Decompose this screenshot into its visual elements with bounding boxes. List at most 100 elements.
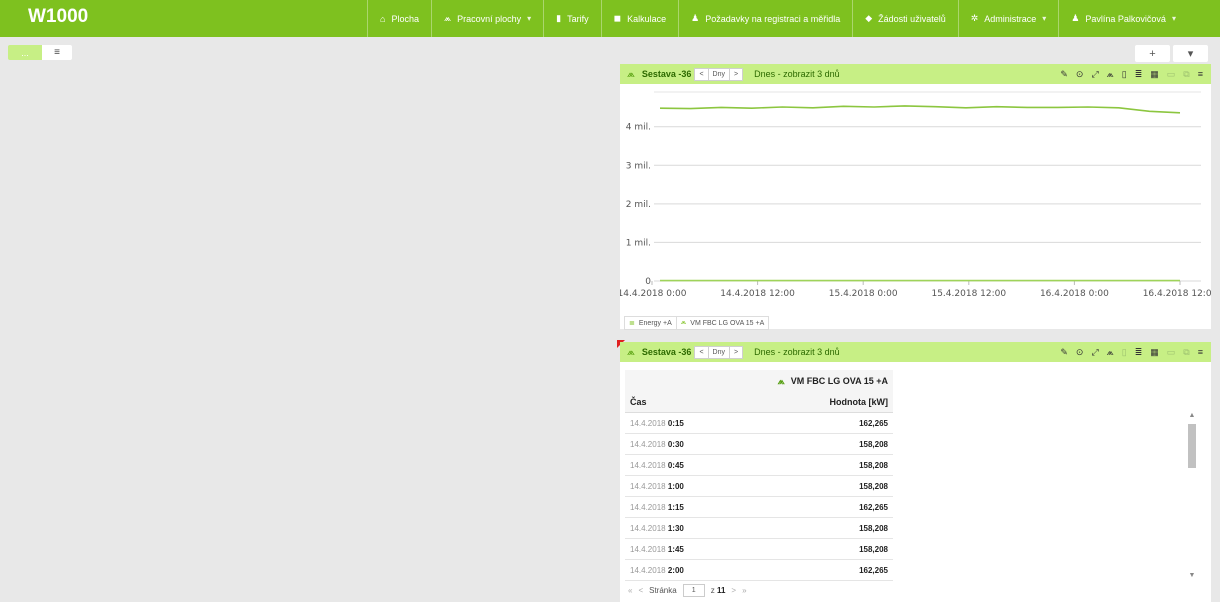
cell-value: 158,208 (859, 544, 888, 554)
cell-time: 14.4.2018 1:30 (630, 523, 684, 533)
table-row[interactable]: 14.4.2018 1:45 158,208 (625, 539, 893, 560)
nav-item-label: Požadavky na registraci a měřidla (705, 13, 841, 24)
nav-item-label: Tarify (567, 13, 589, 24)
dashboard-right-toolbar: + ▾ (1135, 45, 1208, 62)
period-select[interactable]: Dny (708, 67, 729, 81)
range-label[interactable]: Dnes - zobrazit 3 dnů (754, 69, 840, 79)
table-row[interactable]: 14.4.2018 2:00 162,265 (625, 560, 893, 581)
nav-item-bar-chart[interactable]: ▮ Tarify (543, 0, 600, 37)
legend-label: Energy +A (638, 319, 672, 327)
cell-time: 14.4.2018 1:45 (630, 544, 684, 554)
calculator-icon: ◼ (613, 13, 622, 23)
calculator-icon[interactable]: ▦ (1150, 347, 1159, 358)
cell-value: 158,208 (859, 523, 888, 533)
cell-value: 158,208 (859, 439, 888, 449)
nav-item-home[interactable]: ⌂ Plocha (367, 0, 431, 37)
nav-item-gear[interactable]: ✲ Administrace ▾ (957, 0, 1059, 37)
chart-line-icon[interactable]: ⩕ (1107, 347, 1114, 358)
chart-line-icon: ⩕ (777, 375, 785, 386)
pager-last-button[interactable]: » (742, 586, 746, 595)
x-tick-label: 16.4.2018 12:00 (1143, 289, 1211, 299)
tag-icon[interactable]: ▭ (1167, 69, 1176, 80)
column-value[interactable]: Hodnota [kW] (830, 397, 889, 407)
widget-tools: ✎ ⊙ ⤢ ⩕ ▯ ≣ ▦ ▭ ⧉ ≡ (1060, 64, 1203, 84)
nav-item-tag[interactable]: ◆ Žádosti uživatelů (852, 0, 957, 37)
table-scrollbar[interactable]: ▲ ▼ (1187, 412, 1197, 582)
column-time[interactable]: Čas (630, 397, 647, 407)
cell-time: 14.4.2018 0:15 (630, 418, 684, 428)
database-icon[interactable]: ≣ (1135, 347, 1143, 358)
copy-icon[interactable]: ⧉ (1183, 347, 1189, 358)
widget-title[interactable]: Sestava -36 (642, 69, 692, 79)
top-navbar: W1000 ⌂ Plocha ⩕ Pracovní plochy ▾ ▮ Tarify ◼ Ka… (0, 0, 1220, 37)
edit-icon[interactable]: ✎ (1060, 347, 1068, 358)
target-icon[interactable]: ⊙ (1076, 347, 1084, 358)
x-tick-label: 15.4.2018 12:00 (931, 289, 1006, 299)
chart-line-icon[interactable]: ⩕ (1107, 69, 1114, 80)
legend-label: VM FBC LG OVA 15 +A (690, 319, 765, 327)
cell-value: 158,208 (859, 460, 888, 470)
period-next-button[interactable]: > (728, 67, 744, 81)
gear-icon: ✲ (970, 13, 979, 23)
range-label[interactable]: Dnes - zobrazit 3 dnů (754, 347, 840, 357)
bar-chart-icon: ▮ (556, 13, 562, 23)
copy-icon[interactable]: ⧉ (1183, 69, 1189, 80)
nav-item-label: Kalkulace (627, 13, 667, 24)
widget-header: ⩕ Sestava -36 < Dny > Dnes - zobrazit 3 … (620, 342, 1211, 362)
widget-dropdown-button[interactable]: ▾ (1173, 45, 1208, 62)
table-row[interactable]: 14.4.2018 0:15 162,265 (625, 413, 893, 434)
brand-logo[interactable]: W1000 (28, 6, 88, 28)
calculator-icon[interactable]: ▦ (1150, 69, 1159, 80)
scroll-up-icon[interactable]: ▲ (1187, 412, 1197, 422)
nav-item-label: Administrace (984, 13, 1037, 24)
add-widget-button[interactable]: + (1135, 45, 1170, 62)
tag-icon[interactable]: ▭ (1167, 347, 1176, 358)
scroll-thumb[interactable] (1188, 424, 1196, 468)
nav-item-calculator[interactable]: ◼ Kalkulace (600, 0, 679, 37)
menu-icon[interactable]: ≡ (1198, 69, 1203, 79)
expand-icon[interactable]: ⤢ (1091, 69, 1098, 80)
legend-item[interactable]: ⩕ VM FBC LG OVA 15 +A (675, 317, 769, 329)
menu-icon[interactable]: ≡ (1198, 347, 1203, 357)
user-icon: ♟ (1071, 13, 1080, 23)
dashboard-dots-button[interactable]: ... (8, 45, 42, 60)
series-header: ⩕ VM FBC LG OVA 15 +A (625, 370, 893, 392)
nav-item-label: Žádosti uživatelů (878, 13, 946, 24)
table-row[interactable]: 14.4.2018 1:15 162,265 (625, 497, 893, 518)
dashboard-toolbar: ... ≡ (8, 45, 72, 60)
table-row[interactable]: 14.4.2018 0:45 158,208 (625, 455, 893, 476)
expand-icon[interactable]: ⤢ (1091, 347, 1098, 358)
x-tick-label: 14.4.2018 12:00 (720, 289, 795, 299)
chart-widget: ⩕ Sestava -36 < Dny > Dnes - zobrazit 3 … (620, 64, 1211, 330)
document-icon[interactable]: ▯ (1122, 347, 1127, 358)
y-tick-label: 0 (645, 277, 651, 287)
legend-item[interactable]: ≣ Energy +A (625, 317, 676, 329)
dashboard-menu-button[interactable]: ≡ (42, 45, 72, 60)
table-row[interactable]: 14.4.2018 0:30 158,208 (625, 434, 893, 455)
table-row[interactable]: 14.4.2018 1:30 158,208 (625, 518, 893, 539)
period-prev-button[interactable]: < (694, 345, 709, 359)
nav-item-user-plus[interactable]: ♟ Požadavky na registraci a měřidla (678, 0, 852, 37)
edit-icon[interactable]: ✎ (1060, 69, 1068, 80)
cell-time: 14.4.2018 0:30 (630, 439, 684, 449)
pager-next-button[interactable]: > (731, 586, 736, 595)
pager-prev-button[interactable]: < (638, 586, 643, 595)
table-row[interactable]: 14.4.2018 1:00 158,208 (625, 476, 893, 497)
chart-legend: ≣ Energy +A ⩕ VM FBC LG OVA 15 +A (624, 316, 770, 330)
target-icon[interactable]: ⊙ (1076, 69, 1084, 80)
period-next-button[interactable]: > (728, 345, 744, 359)
database-icon[interactable]: ≣ (1135, 69, 1143, 80)
period-prev-button[interactable]: < (694, 67, 709, 81)
period-select[interactable]: Dny (708, 345, 729, 359)
pager-page-input[interactable]: 1 (682, 584, 705, 597)
chart-line-icon: ⩕ (627, 346, 635, 358)
line-chart: 0 1 mil. 2 mil. 3 mil. 4 mil. 14.4.2018 0:00 1… (620, 91, 1211, 299)
nav-item-chart-line[interactable]: ⩕ Pracovní plochy ▾ (430, 0, 543, 37)
scroll-down-icon[interactable]: ▼ (1187, 572, 1197, 582)
widget-title[interactable]: Sestava -36 (642, 347, 692, 357)
nav-item-user[interactable]: ♟ Pavlína Palkovičová ▾ (1058, 0, 1188, 37)
x-tick-label: 14.4.2018 0:00 (620, 289, 687, 299)
pager-first-button[interactable]: « (628, 586, 632, 595)
cell-value: 162,265 (859, 502, 888, 512)
document-icon[interactable]: ▯ (1122, 69, 1127, 80)
